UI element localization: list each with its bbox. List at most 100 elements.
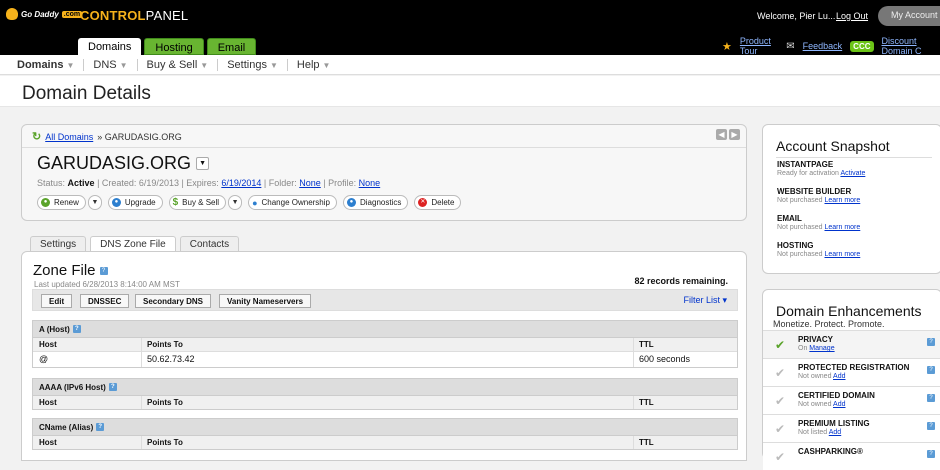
status-value: Active xyxy=(67,178,95,188)
menu-settings[interactable]: Settings ▼ xyxy=(218,58,288,71)
enhancement-privacy: ✔ PRIVACY On Manage ? xyxy=(763,330,940,358)
tab-domains[interactable]: Domains xyxy=(78,38,142,55)
page-title: Domain Details xyxy=(22,83,151,104)
dnssec-button[interactable]: DNSSEC xyxy=(80,294,130,308)
enhancement-premium-listing: ✔ PREMIUM LISTING Not listed Add ? xyxy=(763,414,940,442)
tab-hosting[interactable]: Hosting xyxy=(144,38,204,55)
help-icon[interactable]: ? xyxy=(108,383,117,391)
delete-button[interactable]: ✕ Delete xyxy=(414,195,462,210)
domain-name-text: GARUDASIG.ORG xyxy=(37,153,192,173)
account-snapshot-panel: Account Snapshot INSTANTPAGE Ready for a… xyxy=(762,124,940,274)
add-link[interactable]: Add xyxy=(833,401,845,408)
help-icon[interactable]: ? xyxy=(72,325,81,333)
breadcrumb: ↻ All Domains » GARUDASIG.ORG xyxy=(32,130,182,143)
diagnostics-button[interactable]: ● Diagnostics xyxy=(342,195,409,210)
vanity-nameservers-button[interactable]: Vanity Nameservers xyxy=(219,294,312,308)
column-headers: Host Points To TTL xyxy=(33,435,737,449)
domain-actions: ● Renew ▼ ● Upgrade $ Buy & Sell ▼ ● Change … xyxy=(37,195,462,210)
profile-link[interactable]: None xyxy=(359,178,381,188)
help-icon[interactable]: ? xyxy=(927,394,935,402)
activate-link[interactable]: Activate xyxy=(840,170,865,177)
learn-more-link[interactable]: Learn more xyxy=(824,197,860,204)
column-headers: Host Points To TTL xyxy=(33,337,737,351)
zone-toolbar: Edit DNSSEC Secondary DNS Vanity Nameser… xyxy=(32,289,738,311)
menu-buy-sell[interactable]: Buy & Sell ▼ xyxy=(138,58,219,71)
change-ownership-button[interactable]: ● Change Ownership xyxy=(248,195,337,210)
title-bar: Domain Details xyxy=(0,76,940,106)
prev-domain-icon[interactable]: ◀ xyxy=(716,129,727,140)
star-icon: ★ xyxy=(722,40,732,53)
tab-contacts[interactable]: Contacts xyxy=(179,236,240,252)
upgrade-icon: ● xyxy=(111,198,121,207)
top-bar: Go Daddy .com CONTROLPANEL Welcome, Pier… xyxy=(0,0,940,56)
all-domains-link[interactable]: All Domains xyxy=(45,132,93,142)
domain-summary-panel: ↻ All Domains » GARUDASIG.ORG ◀ ▶ GARUDA… xyxy=(21,124,747,221)
check-icon: ✔ xyxy=(775,338,786,352)
manage-link[interactable]: Manage xyxy=(809,345,834,352)
next-domain-icon[interactable]: ▶ xyxy=(729,129,740,140)
main-menu: Domains ▼ DNS ▼ Buy & Sell ▼ Settings ▼ Help… xyxy=(0,55,940,75)
feedback-link[interactable]: Feedback xyxy=(803,41,843,51)
learn-more-link[interactable]: Learn more xyxy=(824,224,860,231)
table-row[interactable]: @50.62.73.42 600 seconds xyxy=(33,351,737,367)
upgrade-button[interactable]: ● Upgrade xyxy=(107,195,163,210)
help-icon[interactable]: ? xyxy=(99,266,108,275)
check-icon: ✔ xyxy=(775,422,786,436)
domain-status-line: Status: Active | Created: 6/19/2013 | Ex… xyxy=(37,178,381,188)
tab-dns-zone-file[interactable]: DNS Zone File xyxy=(90,236,176,252)
renew-icon: ● xyxy=(41,198,50,207)
enhancements-title: Domain Enhancements xyxy=(776,303,922,319)
snapshot-item-hosting: HOSTING Not purchased Learn more xyxy=(777,241,861,258)
divider xyxy=(22,147,746,148)
godaddy-logo[interactable]: Go Daddy .com xyxy=(6,8,83,20)
help-icon[interactable]: ? xyxy=(927,338,935,346)
edit-button[interactable]: Edit xyxy=(41,294,73,308)
section-title: A (Host)? xyxy=(33,321,737,337)
renew-dropdown-button[interactable]: ▼ xyxy=(87,195,102,210)
tab-settings[interactable]: Settings xyxy=(30,236,87,252)
menu-help[interactable]: Help ▼ xyxy=(288,59,340,71)
product-tour-link[interactable]: Product Tour xyxy=(740,36,778,56)
menu-domains[interactable]: Domains ▼ xyxy=(8,58,85,71)
secondary-dns-button[interactable]: Secondary DNS xyxy=(135,294,212,308)
zone-title: Zone File? xyxy=(33,262,108,279)
breadcrumb-current: » GARUDASIG.ORG xyxy=(97,131,182,142)
add-link[interactable]: Add xyxy=(829,429,841,436)
aaaa-host-section: AAAA (IPv6 Host)? Host Points To TTL xyxy=(32,378,738,410)
buy-sell-button[interactable]: $ Buy & Sell xyxy=(168,195,227,210)
domain-dropdown-button[interactable]: ▼ xyxy=(196,157,210,170)
zone-updated: Last updated 6/28/2013 8:14:00 AM MST xyxy=(34,280,180,289)
refresh-icon[interactable]: ↻ xyxy=(32,130,41,143)
filter-list-link[interactable]: Filter List ▾ xyxy=(683,295,727,306)
buy-sell-dropdown-button[interactable]: ▼ xyxy=(228,195,243,210)
enhancement-certified-domain: ✔ CERTIFIED DOMAIN Not owned Add ? xyxy=(763,386,940,414)
help-icon[interactable]: ? xyxy=(927,450,935,458)
enhancement-protected-registration: ✔ PROTECTED REGISTRATION Not owned Add ? xyxy=(763,358,940,386)
snapshot-item-website-builder: WEBSITE BUILDER Not purchased Learn more xyxy=(777,187,861,204)
logout-link[interactable]: Log Out xyxy=(836,11,868,21)
app-title: CONTROLPANEL xyxy=(80,8,189,23)
help-icon[interactable]: ? xyxy=(927,422,935,430)
product-tabs: Domains Hosting Email xyxy=(78,38,257,55)
domain-nav: ◀ ▶ xyxy=(716,129,740,140)
logo-mascot-icon xyxy=(6,8,18,20)
snapshot-title: Account Snapshot xyxy=(776,138,890,154)
learn-more-link[interactable]: Learn more xyxy=(824,251,860,258)
records-remaining: 82 records remaining. xyxy=(634,276,728,286)
cname-section: CName (Alias)? Host Points To TTL xyxy=(32,418,738,450)
feedback-icon: ✉ xyxy=(786,40,795,52)
menu-dns[interactable]: DNS ▼ xyxy=(84,58,138,71)
add-link[interactable]: Add xyxy=(833,373,845,380)
help-icon[interactable]: ? xyxy=(927,366,935,374)
tab-email[interactable]: Email xyxy=(206,38,257,55)
enhancement-cashparking: ✔ CASHPARKING® ? xyxy=(763,442,940,470)
expires-link[interactable]: 6/19/2014 xyxy=(221,178,261,188)
domain-name: GARUDASIG.ORG ▼ xyxy=(37,153,210,174)
renew-button[interactable]: ● Renew xyxy=(37,195,86,210)
folder-link[interactable]: None xyxy=(299,178,321,188)
snapshot-item-instantpage: INSTANTPAGE Ready for activation Activat… xyxy=(777,160,866,177)
discount-domain-link[interactable]: Discount Domain C xyxy=(882,36,940,56)
my-account-button[interactable]: My Account xyxy=(878,6,940,26)
zone-file-panel: Zone File? Last updated 6/28/2013 8:14:0… xyxy=(21,251,747,461)
help-icon[interactable]: ? xyxy=(96,423,105,431)
